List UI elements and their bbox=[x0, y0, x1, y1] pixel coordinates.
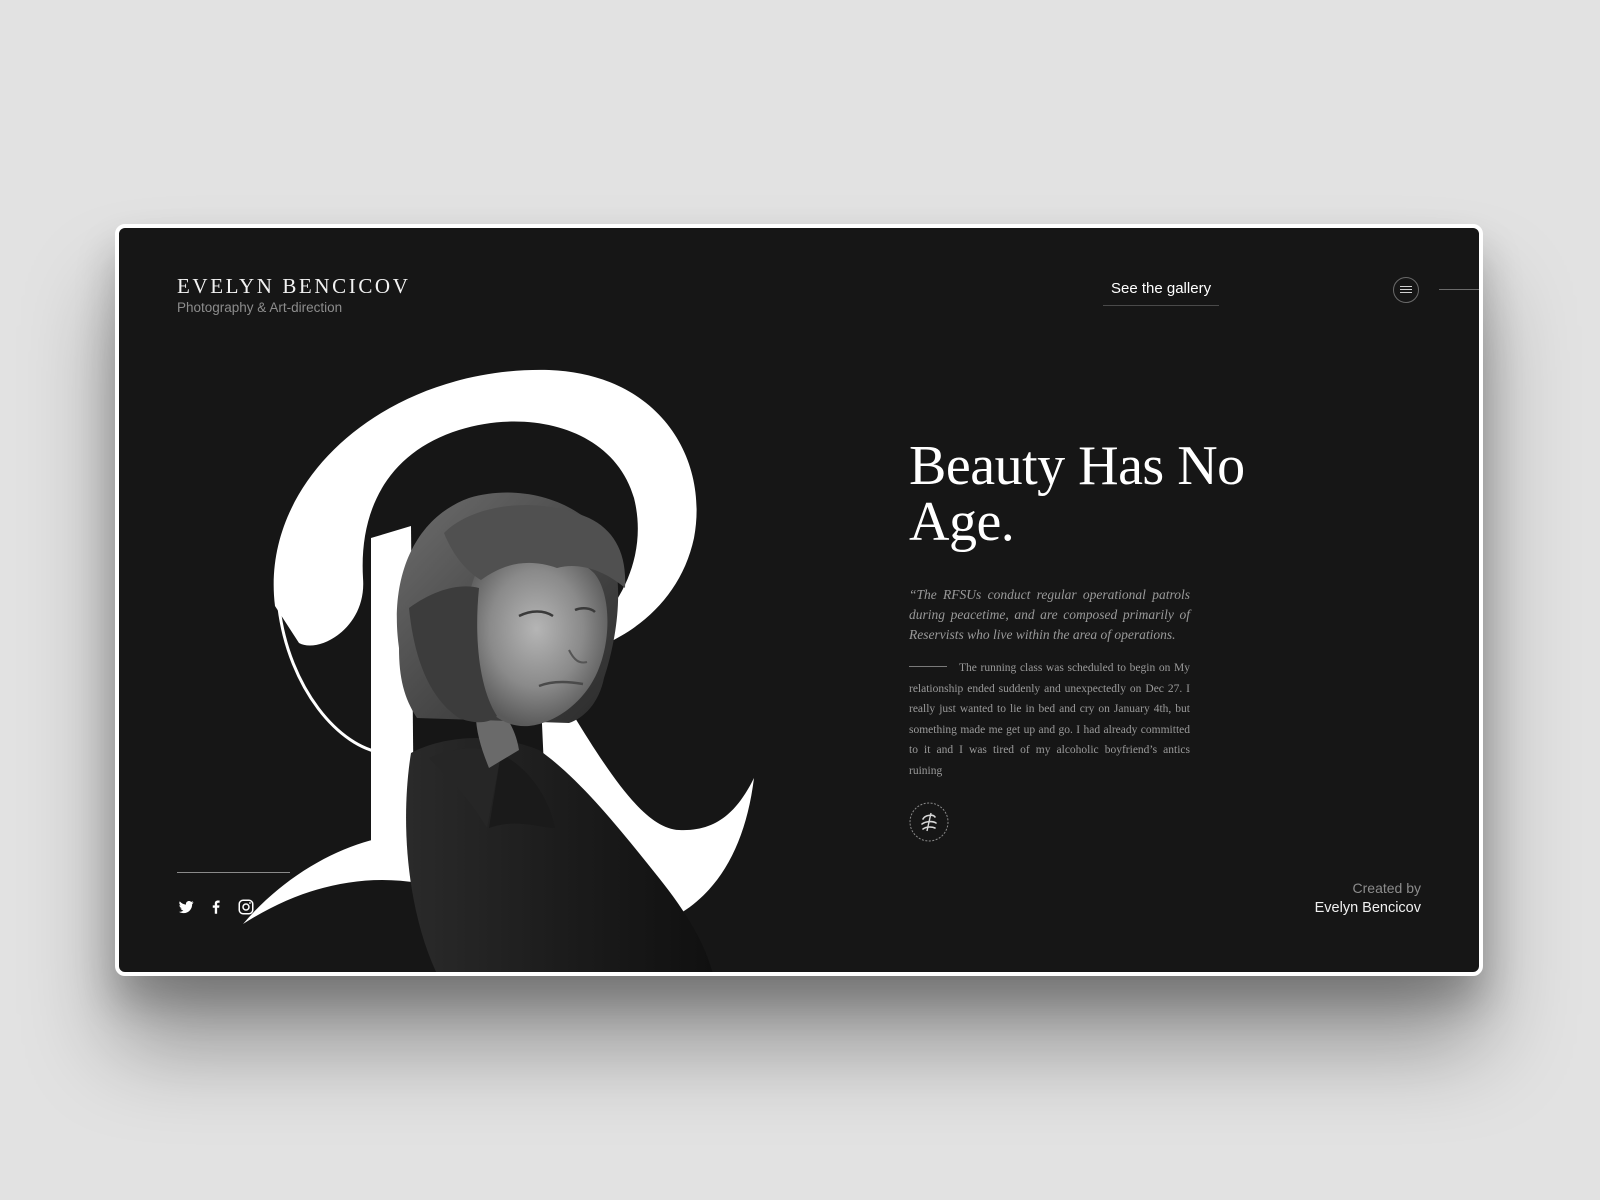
hamburger-menu-icon bbox=[1400, 286, 1412, 293]
signature-badge-icon bbox=[909, 802, 949, 842]
instagram-link[interactable] bbox=[237, 898, 255, 916]
brand: EVELYN BENCICOV Photography & Art-direct… bbox=[177, 274, 410, 315]
instagram-icon bbox=[238, 899, 254, 915]
menu-button[interactable] bbox=[1393, 277, 1419, 303]
credit-label: Created by bbox=[1352, 880, 1421, 896]
brand-subtitle: Photography & Art-direction bbox=[177, 300, 343, 315]
see-gallery-link[interactable]: See the gallery bbox=[1103, 280, 1220, 306]
hero-quote: “The RFSUs conduct regular operational p… bbox=[909, 587, 1190, 642]
credit: Created by Evelyn Bencicov bbox=[1315, 878, 1421, 918]
signature-badge[interactable] bbox=[909, 802, 949, 842]
twitter-link[interactable] bbox=[177, 898, 195, 916]
facebook-icon bbox=[212, 900, 220, 914]
landing-page-frame: EVELYN BENCICOV Photography & Art-direct… bbox=[115, 224, 1483, 976]
hero-body: The running class was scheduled to begin… bbox=[909, 658, 1190, 781]
credit-name[interactable]: Evelyn Bencicov bbox=[1315, 898, 1421, 918]
hero-body-text: The running class was scheduled to begin… bbox=[909, 662, 1190, 777]
hero-portrait-artwork bbox=[243, 369, 754, 972]
body-dash bbox=[909, 665, 947, 667]
twitter-icon bbox=[178, 900, 194, 914]
hero-headline: Beauty Has No Age. bbox=[909, 435, 1245, 553]
menu-divider-line bbox=[1439, 289, 1479, 290]
social-links bbox=[177, 898, 255, 916]
brand-name[interactable]: EVELYN BENCICOV bbox=[177, 274, 410, 298]
social-divider bbox=[177, 872, 290, 873]
facebook-link[interactable] bbox=[207, 898, 225, 916]
